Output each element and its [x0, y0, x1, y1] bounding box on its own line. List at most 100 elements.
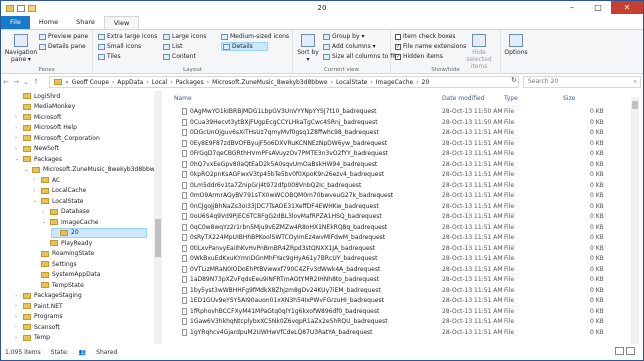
file-row[interactable]: 0tiLxvPanvyEaiIhKvHvPnBmBR4ZRpd3stQNXX1J…: [164, 244, 634, 256]
nav-tree-item[interactable]: › AC: [33, 175, 60, 185]
nav-tree-item[interactable]: 20: [51, 227, 147, 238]
recent-locations-icon[interactable]: ⌄: [21, 78, 31, 86]
item-checkboxes-toggle[interactable]: Item check boxes: [395, 33, 456, 40]
nav-tree-item[interactable]: › NewSoft: [15, 144, 59, 154]
hide-selected-button[interactable]: Hide selected items: [461, 34, 497, 70]
expander-icon[interactable]: ›: [15, 114, 20, 120]
tab-view[interactable]: View: [103, 16, 140, 30]
breadcrumb-item[interactable]: AppData: [117, 79, 143, 86]
refresh-icon[interactable]: ↻: [511, 76, 517, 84]
expander-icon[interactable]: ›: [15, 125, 20, 131]
nav-tree-item[interactable]: › Microsoft Help: [15, 123, 77, 133]
back-arrow-icon[interactable]: ←: [1, 78, 11, 86]
breadcrumb-item[interactable]: 20: [422, 79, 430, 86]
tab-home[interactable]: Home: [30, 16, 67, 30]
file-row[interactable]: 0VTLizMRaN0IODoEhPtBVwwxf790C4ZFv3dWwk4A…: [164, 265, 634, 277]
nav-tree-item[interactable]: RoamingState: [33, 249, 94, 259]
hidden-items-toggle[interactable]: ✓ Hidden items: [395, 53, 443, 60]
file-row[interactable]: 0mO9ArmrAQyBV791sTX0wWCOBQM0m70bwveuG27k…: [164, 192, 634, 203]
up-arrow-icon[interactable]: ↑: [31, 78, 41, 86]
large-icons-option[interactable]: Large icons: [163, 33, 206, 40]
file-list-scrollbar[interactable]: [631, 97, 639, 344]
file-row[interactable]: 1by5yst3wWBHHFg9fMdkX8Zhjzm8gDv24KUy7iEM…: [164, 286, 634, 298]
nav-tree-item[interactable]: ⌄ Microsoft.ZuneMusic_8wekyb3d8bbwe: [24, 165, 158, 175]
large-icons-view-icon[interactable]: [626, 347, 635, 355]
nav-tree-item[interactable]: › Temp: [15, 333, 50, 343]
nav-tree-item[interactable]: › Microsoft_Corporation: [15, 133, 100, 143]
expander-icon[interactable]: ›: [15, 293, 20, 299]
add-columns-button[interactable]: Add columns ▾: [323, 43, 376, 50]
expander-icon[interactable]: ›: [15, 303, 20, 309]
address-bar[interactable]: « Geoff Coupe › AppData › Local › Packages ›…: [49, 76, 519, 88]
details-view-icon[interactable]: [615, 347, 624, 355]
nav-tree-item[interactable]: PlayReady: [42, 238, 92, 248]
file-extensions-toggle[interactable]: ✓ File name extensions: [395, 43, 466, 50]
nav-tree-item[interactable]: › Database: [42, 207, 90, 217]
navigation-scrollbar[interactable]: [154, 91, 162, 344]
expander-icon[interactable]: ⌄: [33, 198, 38, 204]
expander-icon[interactable]: ›: [15, 314, 20, 320]
nav-tree-item[interactable]: Settings: [33, 259, 77, 269]
file-row[interactable]: 0kpRO2pnKsAGFwxV3tp45bTe5bv0f0XpoK9n26ez…: [164, 171, 634, 182]
nav-tree-item[interactable]: MediaMonkey: [15, 102, 75, 112]
breadcrumb-item[interactable]: ImageCache: [376, 79, 413, 86]
column-header-type[interactable]: Type: [504, 95, 518, 105]
minimize-button[interactable]: –: [559, 1, 585, 14]
tab-file[interactable]: File: [1, 16, 30, 30]
expander-icon[interactable]: ›: [15, 146, 20, 152]
forward-arrow-icon[interactable]: →: [11, 78, 21, 86]
nav-tree-item[interactable]: ⌄ Packages: [15, 154, 62, 164]
file-row[interactable]: 0DGcUnOjguv6sXITHsUz7qmyMvf0gsq1Z8ffwhc9…: [164, 129, 634, 140]
nav-tree-item[interactable]: SystemAppData: [33, 270, 100, 280]
breadcrumb-item[interactable]: Microsoft.ZuneMusic_8wekyb3d8bbwe: [212, 79, 327, 86]
nav-tree-item[interactable]: TempState: [33, 280, 84, 290]
expander-icon[interactable]: ›: [15, 135, 20, 141]
navigation-scroll-thumb[interactable]: [155, 219, 161, 257]
medium-icons-option[interactable]: Medium-sized icons: [221, 33, 289, 40]
file-row[interactable]: 0nCJgoJjBhNaZs3oI33jDC7TsADE31XeffDF4EWH…: [164, 202, 634, 214]
search-input[interactable]: Search 20 ⌕: [523, 76, 641, 88]
file-row[interactable]: 0qC0w8wqYz2r1rbn5Mju9vEZMZw4R8oHX1NEkRQ8…: [164, 223, 634, 235]
nav-tree-item[interactable]: › Programs: [15, 312, 62, 322]
file-row[interactable]: 0Lm5ddr6v1ta7ZnipGrj4t972dfp008VnbQ2Ic_b…: [164, 181, 634, 193]
options-button[interactable]: Options: [504, 34, 528, 56]
extra-large-icons-option[interactable]: Extra large icons: [98, 33, 157, 40]
breadcrumb-item[interactable]: Local: [152, 79, 168, 86]
list-option[interactable]: List: [163, 43, 183, 50]
expander-icon[interactable]: ›: [15, 335, 20, 341]
nav-tree-item[interactable]: › Scansoft: [15, 322, 60, 332]
file-row[interactable]: 1gYRqhcv4GjardpuM2UWHwVfCdeLQ87U3RatYA_b…: [164, 328, 634, 340]
sort-by-button[interactable]: Sort by ▾: [295, 34, 321, 63]
expander-icon[interactable]: ›: [33, 188, 38, 194]
file-row[interactable]: 1fRphovhBCCFXyM41MPaGtq0qlY1g6kxofW896df…: [164, 307, 634, 319]
content-option[interactable]: Content: [163, 53, 196, 60]
expander-icon[interactable]: ›: [42, 209, 47, 215]
nav-tree-item[interactable]: › Microsoft: [15, 112, 61, 122]
breadcrumb-item[interactable]: Geoff Coupe: [72, 79, 109, 86]
maximize-button[interactable]: □: [585, 1, 611, 14]
breadcrumb-item[interactable]: LocalState: [336, 79, 367, 86]
nav-tree-item[interactable]: › Paint.NET: [15, 301, 63, 311]
tab-share[interactable]: Share: [67, 16, 104, 30]
file-row[interactable]: 0sRyTX224MpUIBHhBPKoolSWTCOyImEz4wvMlFdw…: [164, 234, 634, 245]
expander-icon[interactable]: ⌄: [24, 167, 29, 173]
file-list-scroll-thumb[interactable]: [632, 101, 638, 109]
expander-icon[interactable]: ›: [33, 177, 38, 183]
file-row[interactable]: 1ED1GUv9eYSY5AI90auon01xXN3h54IxPWvFGrzu…: [164, 297, 634, 308]
file-row[interactable]: 0Cua39Hecvt3ytBXjFUgpEcgCCYLHkaTgCwc4SRn…: [164, 118, 634, 130]
nav-tree-item[interactable]: › LocalCache: [33, 186, 86, 196]
close-button[interactable]: ✕: [611, 1, 643, 14]
file-row[interactable]: 0hQ7vxEeGpv80aQtEaD2k5A0sqvUmOaBskHW94_b…: [164, 160, 634, 172]
file-row[interactable]: 1aD89N73pXZvFqdsEeu9iNFRTmAOtYMR2IHNh8to…: [164, 276, 634, 287]
nav-tree-item[interactable]: › PackageStaging: [15, 291, 82, 301]
file-row[interactable]: 0FrGqD7qeCBGRthHVmPFsAVuyzOv7PMTE3n3vO2f…: [164, 150, 634, 161]
file-row[interactable]: 1Gaw6V3hkhqNtcplybxXC5Nk0Z6vqpR1aZx2eShR…: [164, 318, 634, 329]
details-pane-button[interactable]: Details pane: [39, 43, 86, 50]
column-header-size[interactable]: Size: [563, 95, 575, 105]
group-by-button[interactable]: Group by ▾: [323, 33, 364, 40]
file-row[interactable]: 0oU6S4q9Vd9PjEC6TC8FgG2dBL3lovMafRPZA1HS…: [164, 213, 634, 224]
navigation-pane-button[interactable]: Navigation pane ▾: [4, 34, 38, 63]
small-icons-option[interactable]: Small icons: [98, 43, 141, 50]
nav-tree-item[interactable]: ⌄ ImageCache: [42, 217, 98, 227]
file-row[interactable]: 0Ey8E9F87zdBVOFByujF5o6DXVRuKCNNEzNpDW6y…: [164, 139, 634, 151]
